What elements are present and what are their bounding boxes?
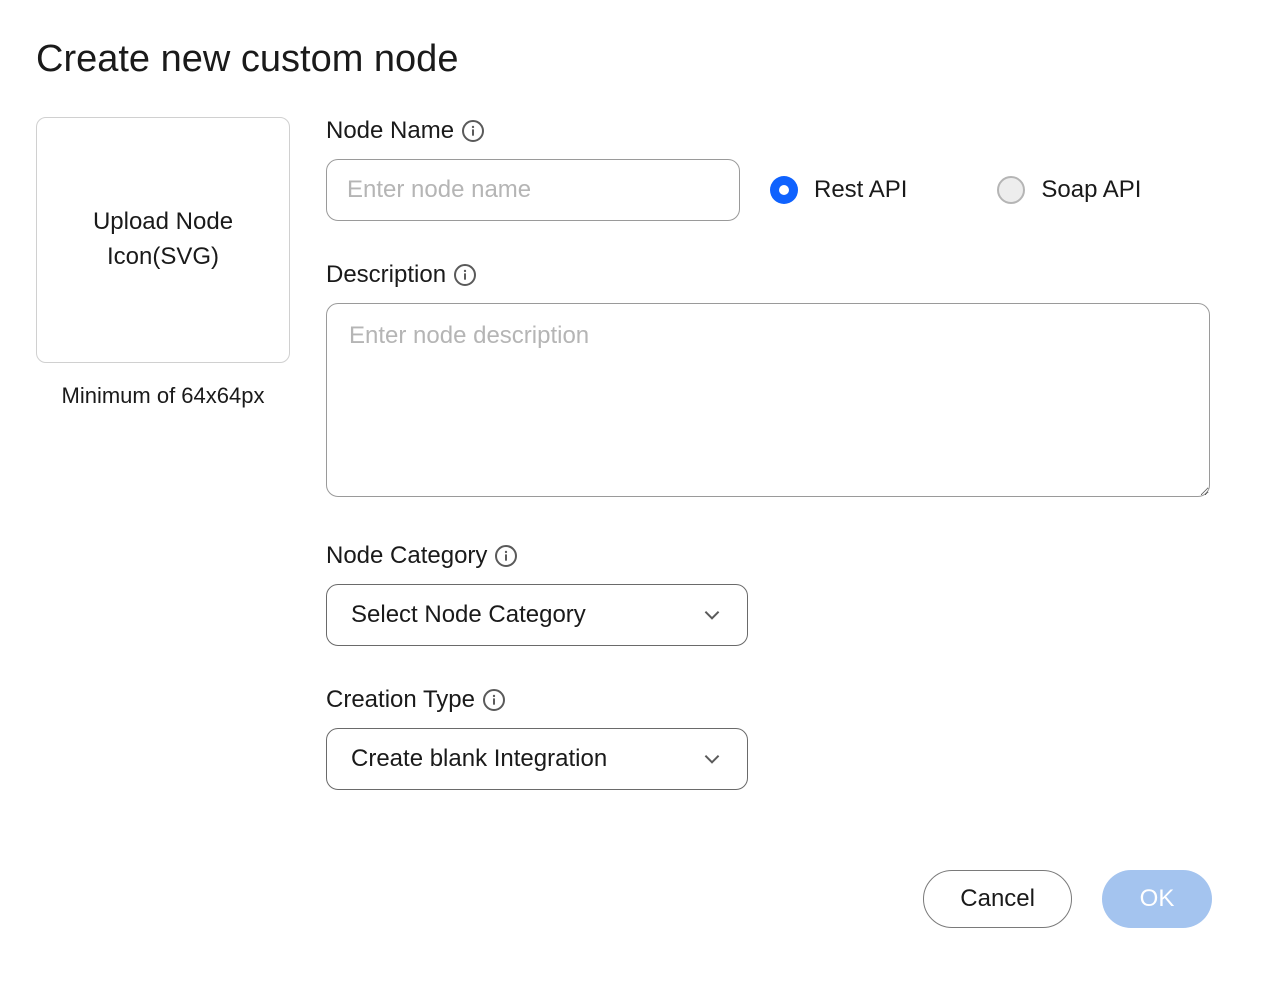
dialog-footer: Cancel OK bbox=[923, 870, 1212, 928]
info-icon[interactable] bbox=[462, 120, 484, 142]
category-label-text: Node Category bbox=[326, 542, 487, 570]
radio-button-icon bbox=[770, 176, 798, 204]
category-select[interactable]: Select Node Category bbox=[326, 584, 748, 646]
category-selected-value: Select Node Category bbox=[351, 601, 586, 629]
node-name-input[interactable] bbox=[326, 159, 740, 221]
description-textarea[interactable] bbox=[326, 303, 1210, 497]
radio-label: Soap API bbox=[1041, 176, 1141, 204]
upload-box-label: Upload Node Icon(SVG) bbox=[67, 205, 259, 275]
creation-type-selected-value: Create blank Integration bbox=[351, 745, 607, 773]
node-name-label: Node Name bbox=[326, 117, 1228, 145]
creation-type-label: Creation Type bbox=[326, 686, 1228, 714]
info-icon[interactable] bbox=[483, 689, 505, 711]
upload-hint: Minimum of 64x64px bbox=[62, 383, 265, 409]
description-label: Description bbox=[326, 261, 1228, 289]
node-name-section: Node Name Rest API Soap API bbox=[326, 117, 1228, 221]
cancel-button[interactable]: Cancel bbox=[923, 870, 1072, 928]
description-label-text: Description bbox=[326, 261, 446, 289]
node-name-label-text: Node Name bbox=[326, 117, 454, 145]
info-icon[interactable] bbox=[495, 545, 517, 567]
chevron-down-icon bbox=[701, 748, 723, 770]
radio-rest-api[interactable]: Rest API bbox=[770, 176, 907, 204]
creation-type-label-text: Creation Type bbox=[326, 686, 475, 714]
upload-icon-box[interactable]: Upload Node Icon(SVG) bbox=[36, 117, 290, 363]
radio-soap-api[interactable]: Soap API bbox=[997, 176, 1141, 204]
info-icon[interactable] bbox=[454, 264, 476, 286]
form-column: Node Name Rest API Soap API bbox=[326, 117, 1228, 830]
api-type-radio-group: Rest API Soap API bbox=[770, 176, 1228, 204]
radio-label: Rest API bbox=[814, 176, 907, 204]
radio-button-icon bbox=[997, 176, 1025, 204]
category-section: Node Category Select Node Category bbox=[326, 542, 1228, 646]
creation-type-select[interactable]: Create blank Integration bbox=[326, 728, 748, 790]
form-content: Upload Node Icon(SVG) Minimum of 64x64px… bbox=[36, 117, 1228, 830]
category-label: Node Category bbox=[326, 542, 1228, 570]
ok-button[interactable]: OK bbox=[1102, 870, 1212, 928]
chevron-down-icon bbox=[701, 604, 723, 626]
description-section: Description bbox=[326, 261, 1228, 502]
creation-type-section: Creation Type Create blank Integration bbox=[326, 686, 1228, 790]
page-title: Create new custom node bbox=[36, 38, 1228, 81]
node-name-row: Rest API Soap API bbox=[326, 159, 1228, 221]
upload-column: Upload Node Icon(SVG) Minimum of 64x64px bbox=[36, 117, 290, 409]
